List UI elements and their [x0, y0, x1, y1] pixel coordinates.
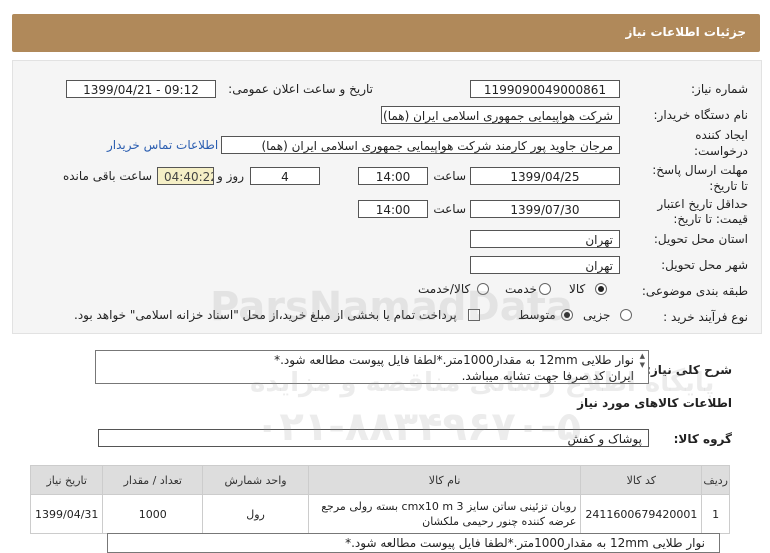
description-line2: ایران کد صرفا جهت تشابه میباشد. — [461, 369, 634, 383]
category-goods-radio[interactable] — [595, 283, 607, 295]
goods-section-title: اطلاعات کالاهای مورد نیاز — [577, 396, 732, 410]
process-medium-radio[interactable] — [561, 309, 573, 321]
province-label: استان محل تحویل: — [653, 232, 748, 246]
row-date: 1399/04/31 — [29, 494, 104, 534]
buyer-contact-link[interactable]: اطلاعات تماس خریدار — [107, 138, 218, 152]
days-remaining-field: 4 — [250, 167, 320, 185]
goods-table: ردیف کد کالا نام کالا واحد شمارش تعداد /… — [29, 465, 730, 534]
row-code: 2411600679420001 — [580, 494, 703, 534]
deadline-date-field: 1399/04/25 — [470, 167, 620, 185]
creator-label-line2: درخواست: — [694, 144, 748, 158]
footer-description-text: نوار طلایی 12mm به مقدار1000متر.*لطفا فا… — [345, 536, 705, 550]
col-unit: واحد شمارش — [202, 465, 309, 495]
scroll-down-icon[interactable]: ▼ — [640, 361, 645, 369]
scroll-up-icon[interactable]: ▲ — [640, 352, 645, 360]
row-unit: رول — [202, 494, 309, 534]
treasury-payment-note: پرداخت تمام یا بخشی از مبلغ خرید،از محل … — [74, 308, 457, 322]
description-box[interactable]: نوار طلایی 12mm به مقدار1000متر.*لطفا فا… — [95, 350, 649, 384]
validity-label-line2: قیمت: تا تاریخ: — [673, 212, 748, 226]
treasury-payment-checkbox[interactable] — [468, 309, 480, 321]
process-minor-radio[interactable] — [620, 309, 632, 321]
creator-label-line1: ایجاد کننده — [695, 128, 748, 142]
category-service-label: خدمت — [505, 282, 537, 296]
need-number-field: 1199090049000861 — [470, 80, 620, 98]
buyer-field: شرکت هواپیمایی جمهوری اسلامی ایران (هما) — [381, 106, 620, 124]
process-minor-label: جزیی — [583, 308, 611, 322]
deadline-label-line1: مهلت ارسال پاسخ: — [652, 163, 748, 177]
page-title: جزئیات اطلاعات نیاز — [625, 25, 746, 39]
category-both-label: کالا/خدمت — [418, 282, 471, 296]
buyer-label: نام دستگاه خریدار: — [653, 108, 749, 122]
creator-field: مرجان جاوید پور کارمند شرکت هواپیمایی جم… — [221, 136, 620, 154]
validity-date-field: 1399/07/30 — [470, 200, 620, 218]
page-header: جزئیات اطلاعات نیاز — [12, 14, 760, 52]
goods-table-header: ردیف کد کالا نام کالا واحد شمارش تعداد /… — [29, 465, 730, 495]
process-medium-label: متوسط — [518, 308, 556, 322]
announce-field: 1399/04/21 - 09:12 — [66, 80, 216, 98]
row-number: 1 — [701, 494, 730, 534]
validity-time-field: 14:00 — [358, 200, 428, 218]
city-label: شهر محل تحویل: — [661, 258, 748, 272]
deadline-time-field: 14:00 — [358, 167, 428, 185]
category-label: طبقه بندی موضوعی: — [641, 284, 748, 298]
col-name: نام کالا — [307, 465, 582, 495]
footer-description-box: نوار طلایی 12mm به مقدار1000متر.*لطفا فا… — [107, 533, 720, 553]
validity-label-line1: حداقل تاریخ اعتبار — [657, 197, 748, 211]
row-name-line1: روبان تزئینی ساتن سایز 3 cmx10 m بسته رو… — [321, 500, 577, 513]
category-both-radio[interactable] — [477, 283, 489, 295]
city-field: تهران — [470, 256, 620, 274]
need-number-label: شماره نیاز: — [691, 82, 748, 96]
deadline-time-label: ساعت — [433, 169, 466, 183]
category-service-radio[interactable] — [539, 283, 551, 295]
col-qty: تعداد / مقدار — [102, 465, 204, 495]
announce-label: تاریخ و ساعت اعلان عمومی: — [228, 82, 373, 96]
process-label: نوع فرآیند خرید : — [663, 310, 748, 324]
row-qty: 1000 — [102, 494, 204, 534]
remaining-label: ساعت باقی مانده — [62, 169, 152, 183]
row-name-line2: عرضه کننده چنور رحیمی ملکشان — [422, 515, 577, 528]
category-goods-label: کالا — [569, 282, 586, 296]
days-label: روز و — [217, 169, 244, 183]
province-field: تهران — [470, 230, 620, 248]
col-code: کد کالا — [580, 465, 703, 495]
table-row[interactable]: 1 2411600679420001 روبان تزئینی ساتن سای… — [29, 494, 730, 534]
validity-time-label: ساعت — [433, 202, 466, 216]
col-row: ردیف — [701, 465, 730, 495]
row-name: روبان تزئینی ساتن سایز 3 cmx10 m بسته رو… — [307, 494, 582, 534]
goods-group-field: پوشاک و کفش — [98, 429, 649, 447]
goods-group-label: گروه کالا: — [673, 432, 732, 446]
deadline-label-line2: تا تاریخ: — [709, 179, 748, 193]
col-date: تاریخ نیاز — [29, 465, 104, 495]
description-line1: نوار طلایی 12mm به مقدار1000متر.*لطفا فا… — [274, 353, 634, 367]
description-label: شرح کلی نیاز: — [646, 363, 732, 377]
remaining-time-field: 04:40:22 — [157, 167, 214, 185]
